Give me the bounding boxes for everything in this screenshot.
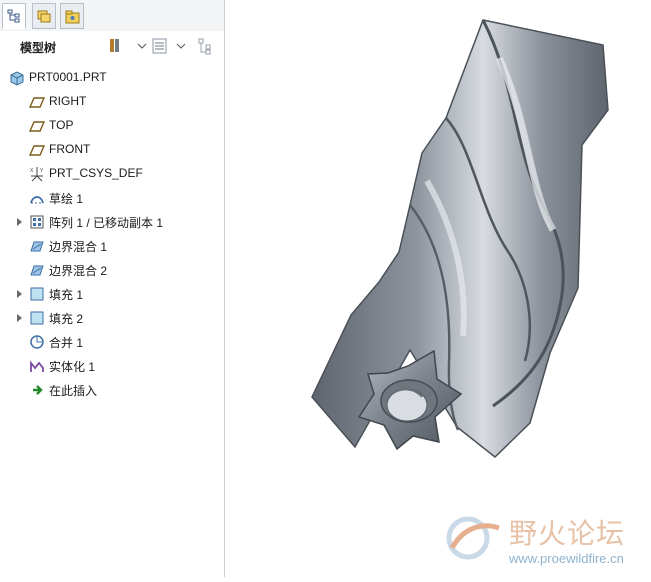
tree-item-label: RIGHT (49, 94, 87, 108)
model-tree-header: 模型树 (0, 31, 224, 61)
part-icon (10, 71, 24, 86)
tree-item[interactable]: 阵列 1 / 已移动副本 1 (0, 210, 224, 234)
expand-arrow-icon[interactable] (17, 314, 22, 322)
tree-item-label: 边界混合 1 (49, 240, 108, 254)
tree-item-label: 填充 1 (49, 288, 84, 302)
settings-tools-button[interactable] (108, 37, 148, 55)
tree-item[interactable]: 实体化 1 (0, 354, 224, 378)
tree-item-label: 在此插入 (49, 384, 98, 398)
tree-item-label: PRT_CSYS_DEF (49, 166, 143, 180)
tree-item-label: 合并 1 (49, 336, 84, 350)
tree-item[interactable]: FRONT (0, 138, 224, 162)
tab-layers[interactable] (32, 3, 56, 29)
solidify-icon (29, 358, 45, 374)
svg-text:Y: Y (40, 168, 44, 174)
boundary-blend-icon (29, 238, 45, 254)
datum-plane-icon (28, 118, 46, 134)
tree-item-label: 草绘 1 (49, 192, 84, 206)
tree-item-label: FRONT (49, 142, 91, 156)
tree-item[interactable]: TOP (0, 114, 224, 138)
datum-plane-icon (28, 94, 46, 110)
expand-arrow-icon[interactable] (17, 218, 22, 226)
datum-plane-icon (28, 142, 46, 158)
sketch-icon (29, 190, 45, 206)
tree-item[interactable]: 合并 1 (0, 330, 224, 354)
panel-title: 模型树 (20, 41, 57, 55)
panel-tab-bar (0, 0, 224, 32)
watermark-name: 野火论坛 (509, 518, 626, 549)
tree-item[interactable]: 边界混合 1 (0, 234, 224, 258)
tree-root-item[interactable]: PRT0001.PRT (0, 66, 224, 90)
pattern-icon (29, 214, 45, 230)
tree-root-label: PRT0001.PRT (29, 70, 107, 84)
tree-item[interactable]: 填充 1 (0, 282, 224, 306)
tree-item[interactable]: X Y PRT_CSYS_DEF (0, 162, 224, 186)
graphics-viewport[interactable] (225, 0, 651, 577)
tab-model-tree[interactable] (2, 3, 26, 29)
tree-item[interactable]: RIGHT (0, 90, 224, 114)
tree-item-label: 边界混合 2 (49, 264, 108, 278)
show-menu-button[interactable] (152, 37, 188, 55)
tree-item[interactable]: 草绘 1 (0, 186, 224, 210)
twisted-drill-model[interactable] (225, 0, 651, 577)
fill-icon (29, 286, 45, 302)
tree-filter-icon[interactable] (198, 37, 218, 55)
layers-icon (37, 10, 51, 23)
tree-item[interactable]: 在此插入 (0, 378, 224, 402)
watermark-url: www.proewildfire.cn (509, 551, 624, 566)
model-tree-panel: 模型树 PRT0001.PRT RIGHT TOP FRONT X Y PRT_CSYS_… (0, 0, 225, 577)
tree-item-label: 填充 2 (49, 312, 84, 326)
tab-folder[interactable] (60, 3, 84, 29)
tree-item[interactable]: 填充 2 (0, 306, 224, 330)
svg-text:X: X (30, 168, 34, 174)
tree-item[interactable]: 边界混合 2 (0, 258, 224, 282)
fill-icon (29, 310, 45, 326)
boundary-blend-icon (29, 262, 45, 278)
merge-icon (29, 334, 45, 350)
tree-item-label: TOP (49, 118, 74, 132)
insert-here-arrow-icon (29, 382, 45, 398)
folder-icon (65, 10, 80, 24)
tree-item-label: 实体化 1 (49, 360, 96, 374)
expand-arrow-icon[interactable] (17, 290, 22, 298)
coordinate-system-icon: XY (29, 166, 45, 182)
model-tree-icon (7, 9, 20, 23)
drill-body (311, 19, 609, 458)
tree-item-label: 阵列 1 / 已移动副本 1 (49, 216, 164, 230)
